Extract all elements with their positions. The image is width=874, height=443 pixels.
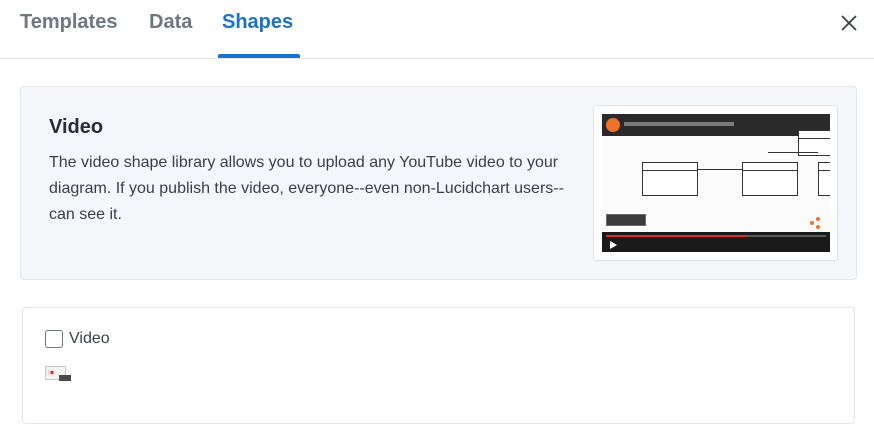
tab-shapes[interactable]: Shapes	[222, 11, 293, 34]
active-tab-indicator	[218, 54, 300, 58]
video-title-bar	[624, 122, 734, 126]
share-icon	[810, 217, 820, 229]
association-line	[768, 152, 818, 153]
shape-library-card: Video	[22, 307, 855, 424]
video-library-label[interactable]: Video	[69, 330, 110, 348]
uml-class-box	[818, 162, 830, 196]
video-info-card: Video The video shape library allows you…	[20, 86, 857, 280]
close-icon	[841, 15, 857, 31]
channel-avatar-icon	[606, 118, 620, 132]
info-description: The video shape library allows you to up…	[49, 154, 564, 223]
uml-class-box	[742, 162, 798, 196]
aggregation-line	[698, 169, 742, 170]
uml-class-box	[642, 162, 698, 196]
play-icon[interactable]	[608, 240, 618, 250]
video-shape-icon[interactable]	[45, 366, 71, 382]
video-top-bar	[602, 114, 830, 136]
tab-data[interactable]: Data	[149, 11, 192, 34]
tab-bar: Templates Data Shapes	[0, 0, 874, 59]
more-videos-button[interactable]	[606, 214, 646, 226]
video-library-checkbox[interactable]	[45, 330, 63, 348]
close-button[interactable]	[836, 10, 862, 36]
info-title: Video	[49, 116, 104, 138]
tab-templates[interactable]: Templates	[20, 11, 117, 34]
video-thumbnail[interactable]	[602, 114, 830, 252]
video-preview[interactable]	[593, 105, 838, 261]
video-progress-fill	[606, 235, 746, 237]
